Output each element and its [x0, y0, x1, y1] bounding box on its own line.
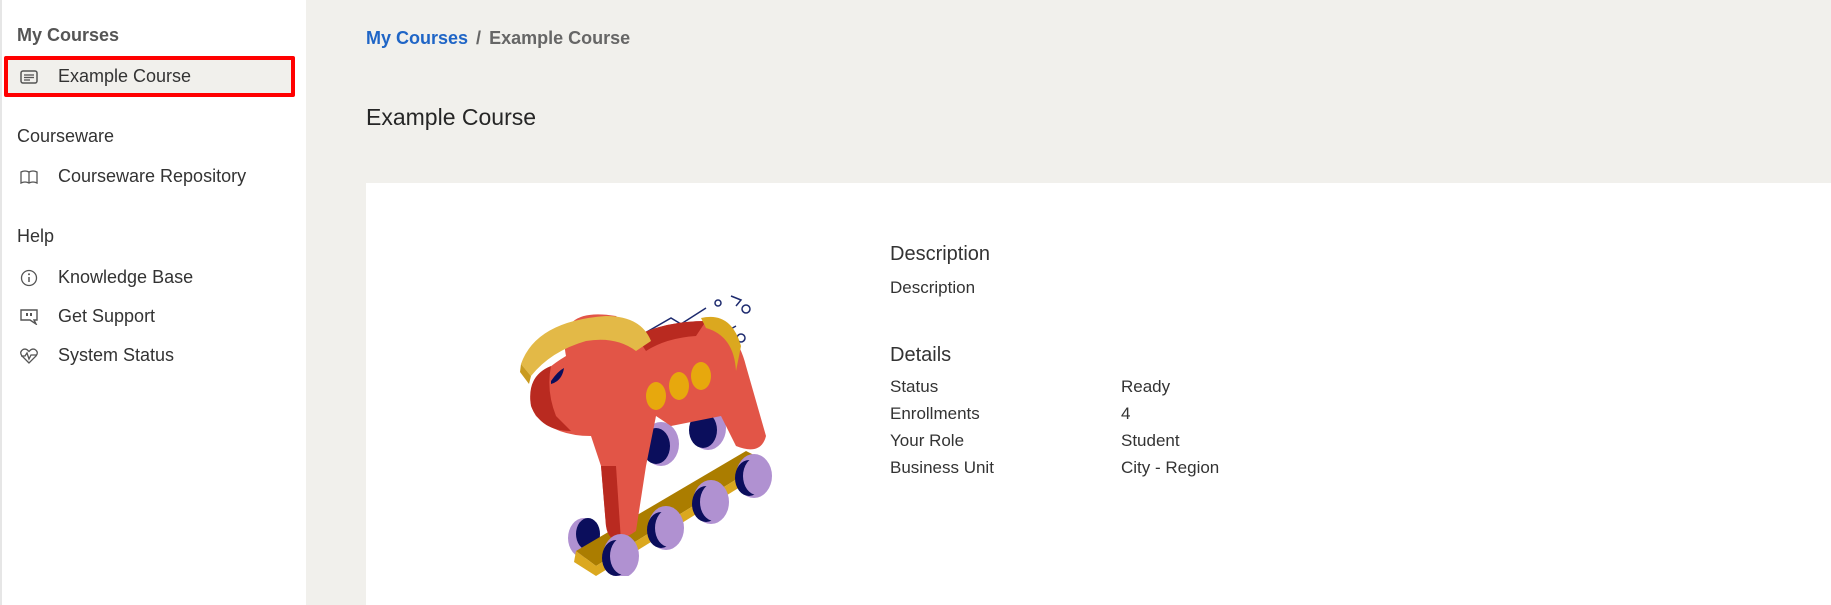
- detail-label: Your Role: [890, 431, 965, 450]
- breadcrumb: My Courses / Example Course: [366, 28, 630, 49]
- detail-value: 4: [1121, 404, 1131, 423]
- section-title-my-courses: My Courses: [17, 25, 120, 45]
- breadcrumb-my-courses-link[interactable]: My Courses: [366, 28, 468, 48]
- details-row-business-unit: Business Unit City - Region: [890, 454, 1219, 481]
- trojan-horse-illustration: [520, 295, 772, 576]
- main-content: My Courses / Example Course Example Course: [366, 0, 1831, 605]
- details-row-status: Status Ready: [890, 373, 1219, 400]
- sidebar-item-courseware-repository[interactable]: Courseware Repository: [4, 156, 295, 197]
- detail-value: City - Region: [1121, 458, 1220, 477]
- breadcrumb-current: Example Course: [489, 28, 631, 48]
- sidebar-item-label: Knowledge Base: [58, 267, 194, 287]
- section-title-courseware: Courseware: [17, 126, 115, 146]
- sidebar-item-system-status[interactable]: System Status: [4, 335, 295, 376]
- sidebar-item-label: System Status: [58, 345, 175, 365]
- details-table: Status Ready Enrollments 4 Your Role Studen…: [890, 373, 1219, 481]
- sidebar-item-get-support[interactable]: Get Support: [4, 296, 295, 337]
- detail-label: Status: [890, 377, 939, 396]
- book-icon: [18, 168, 40, 186]
- course-card: Description Description Details Status Re…: [366, 183, 1831, 605]
- heart-pulse-icon: [18, 347, 40, 365]
- details-row-enrollments: Enrollments 4: [890, 400, 1219, 427]
- detail-label: Enrollments: [890, 404, 980, 423]
- sidebar-item-knowledge-base[interactable]: Knowledge Base: [4, 257, 295, 298]
- detail-value: Student: [1121, 431, 1180, 450]
- details-row-role: Your Role Student: [890, 427, 1219, 454]
- chat-icon: [18, 308, 40, 326]
- sidebar-item-label: Get Support: [58, 306, 156, 326]
- info-icon: [18, 269, 40, 287]
- sidebar-item-label: Courseware Repository: [58, 166, 247, 186]
- sidebar-item-example-course[interactable]: Example Course: [4, 56, 295, 97]
- section-title-help: Help: [17, 226, 55, 246]
- description-heading: Description: [890, 243, 991, 265]
- page-title: Example Course: [366, 104, 537, 130]
- details-heading: Details: [890, 344, 952, 366]
- description-text: Description: [890, 278, 976, 297]
- course-info: Description Description Details Status Re…: [890, 243, 1219, 481]
- sidebar-item-label: Example Course: [58, 66, 192, 86]
- detail-value: Ready: [1121, 377, 1171, 396]
- sidebar: My Courses Example Course Courseware Cou…: [0, 0, 306, 605]
- detail-label: Business Unit: [890, 458, 994, 477]
- document-icon: [18, 68, 40, 86]
- breadcrumb-separator: /: [476, 28, 482, 48]
